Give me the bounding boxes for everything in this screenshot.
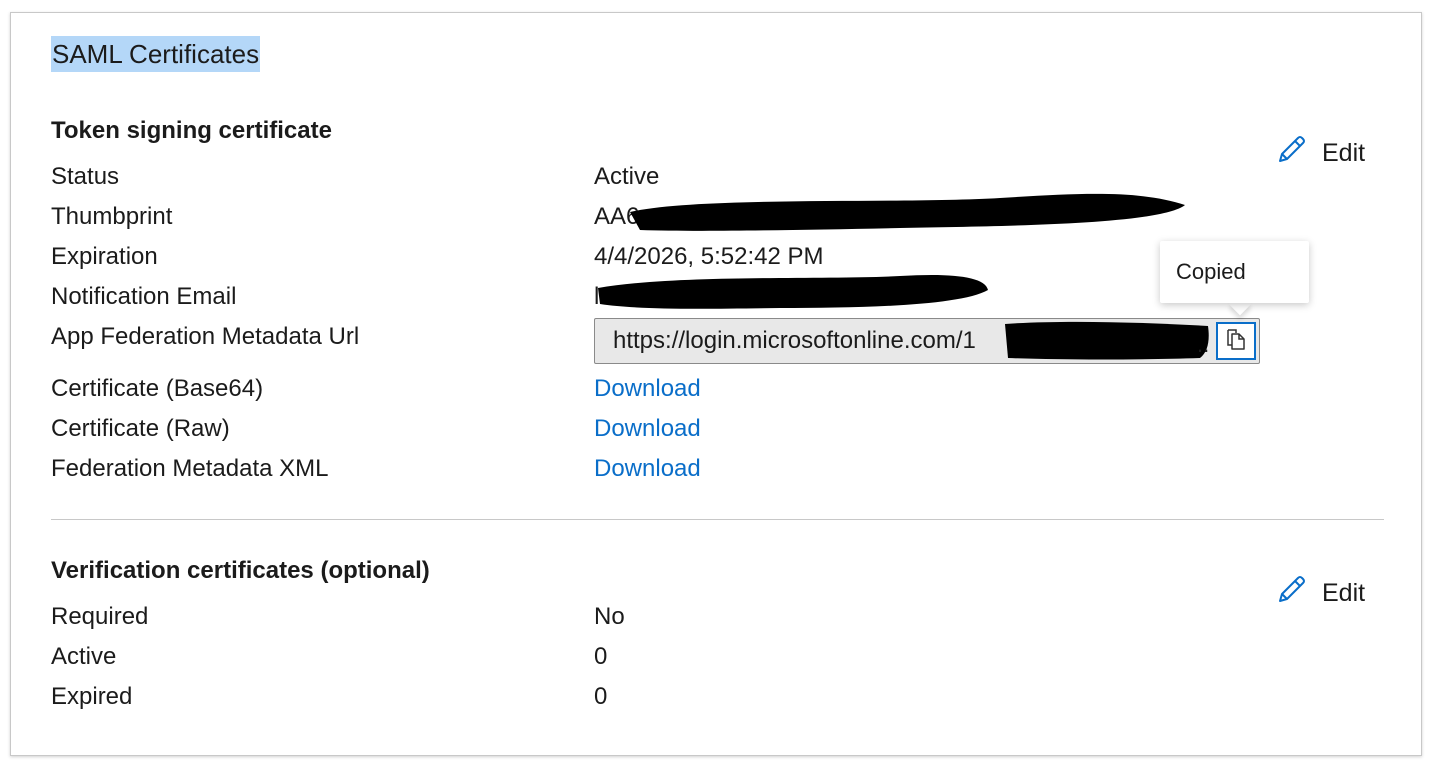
expired-label: Expired [51,683,133,710]
expired-value: 0 [594,683,608,710]
metadata-url-field[interactable]: https://login.microsoftonline.com/1 [594,318,1260,364]
metadata-url-label: App Federation Metadata Url [51,323,360,350]
notification-email-value: l [594,283,600,310]
expiration-label: Expiration [51,243,158,270]
edit-label: Edit [1322,578,1366,607]
copy-icon [1225,327,1247,356]
page-title: SAML Certificates [51,36,261,72]
metadata-url-value[interactable]: https://login.microsoftonline.com/1 [613,326,1203,356]
cert-raw-label: Certificate (Raw) [51,415,230,442]
copy-to-clipboard-button[interactable] [1216,322,1256,360]
edit-label: Edit [1322,138,1366,167]
active-value: 0 [594,643,608,670]
verification-edit-button[interactable]: Edit [1276,573,1365,612]
pencil-icon [1276,573,1308,612]
thumbprint-label: Thumbprint [51,203,173,230]
active-label: Active [51,643,117,670]
token-signing-edit-button[interactable]: Edit [1276,133,1365,172]
section-divider [51,519,1384,520]
thumbprint-value: AA6 [594,203,640,230]
cert-base64-label: Certificate (Base64) [51,375,264,402]
copied-tooltip: Copied [1160,241,1309,303]
status-value: Active [594,163,660,190]
required-label: Required [51,603,149,630]
federation-xml-label: Federation Metadata XML [51,455,329,482]
notification-email-label: Notification Email [51,283,237,310]
verification-section-title: Verification certificates (optional) [51,557,430,584]
token-signing-section-title: Token signing certificate [51,117,332,144]
required-value: No [594,603,625,630]
pencil-icon [1276,133,1308,172]
expiration-value: 4/4/2026, 5:52:42 PM [594,243,824,270]
federation-xml-download-link[interactable]: Download [594,454,701,484]
status-label: Status [51,163,120,190]
cert-base64-download-link[interactable]: Download [594,374,701,404]
cert-raw-download-link[interactable]: Download [594,414,701,444]
